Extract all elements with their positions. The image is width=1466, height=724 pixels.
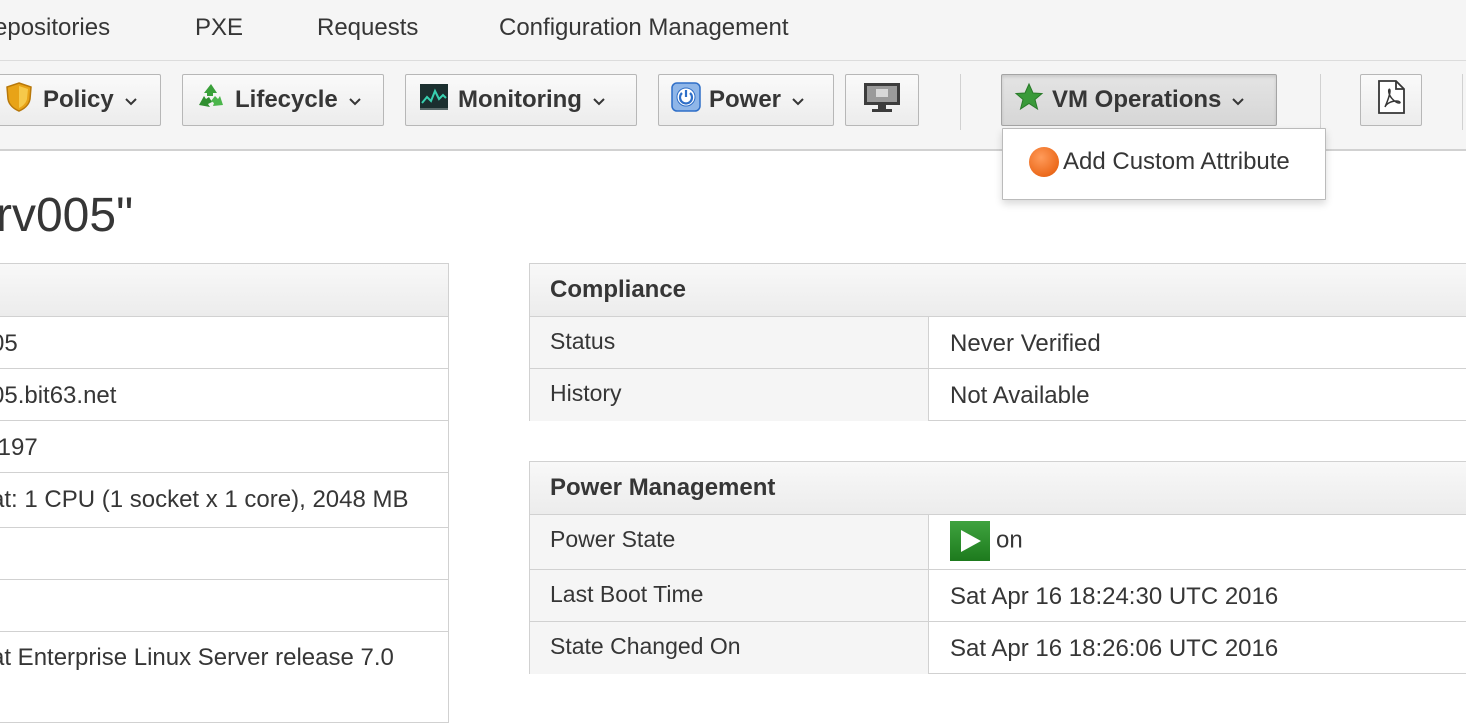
row-value: at: 1 CPU (1 socket x 1 core), 2048 MB [0,486,409,513]
table-row [0,528,448,580]
power-management-table: Power Management Power State on Last Boo… [529,461,1466,674]
table-row: 05.bit63.net [0,369,448,421]
nav-item-configuration-management[interactable]: Configuration Management [499,14,789,42]
menu-item-label: Add Custom Attribute [1063,148,1290,175]
table-header: Power Management [530,462,1466,515]
row-label-cell: Power State [530,515,929,569]
row-value: Sat Apr 16 18:26:06 UTC 2016 [950,635,1279,662]
table-row: Power State on [530,515,1466,570]
table-row: at: 1 CPU (1 socket x 1 core), 2048 MB [0,473,448,528]
row-value: Never Verified [950,330,1101,357]
monitor-chart-icon [418,81,450,120]
row-label: History [550,380,622,406]
top-navigation: epositories PXE Requests Configuration M… [0,0,1466,61]
orange-circle-icon [1029,147,1059,177]
menu-item-add-custom-attribute[interactable]: Add Custom Attribute [1029,147,1290,177]
row-label: Last Boot Time [550,581,704,607]
toolbar-divider [1320,74,1321,130]
row-label-cell: Last Boot Time [530,570,929,621]
vm-operations-dropdown: Add Custom Attribute [1002,128,1326,200]
chevron-down-icon [592,86,606,114]
chevron-down-icon [124,86,138,114]
star-icon [1014,82,1044,119]
compliance-title: Compliance [550,276,687,303]
recycle-icon [195,81,227,120]
row-value: on [996,526,1023,554]
row-value: Sat Apr 16 18:24:30 UTC 2016 [950,583,1279,610]
vm-operations-button[interactable]: VM Operations [1001,74,1277,126]
policy-button[interactable]: Policy [0,74,161,126]
table-row: History Not Available [530,369,1466,421]
table-row: State Changed On Sat Apr 16 18:26:06 UTC… [530,622,1466,674]
row-value: Not Available [950,382,1090,409]
table-header [0,264,448,317]
row-value: at Enterprise Linux Server release 7.0 [0,644,394,671]
vm-operations-label: VM Operations [1052,86,1222,113]
table-row: Last Boot Time Sat Apr 16 18:24:30 UTC 2… [530,570,1466,622]
power-management-title: Power Management [550,474,776,501]
table-row [0,580,448,632]
table-header: Compliance [530,264,1466,317]
row-label-cell: State Changed On [530,622,929,674]
compliance-table: Compliance Status Never Verified History… [529,263,1466,421]
chevron-down-icon [1231,86,1245,114]
chevron-down-icon [791,86,805,114]
row-label: State Changed On [550,633,741,659]
nav-item-requests[interactable]: Requests [317,14,418,42]
lifecycle-label: Lifecycle [235,86,338,113]
monitoring-button[interactable]: Monitoring [405,74,637,126]
nav-item-pxe[interactable]: PXE [195,14,243,42]
page-title: rv005" [0,189,134,242]
row-label: Power State [550,526,676,552]
power-state-value: on [950,521,1023,561]
shield-icon [3,81,35,120]
monitoring-label: Monitoring [458,86,582,113]
row-value: 05 [0,330,18,357]
row-label: Status [550,328,616,354]
toolbar-divider [960,74,961,130]
play-icon [950,521,990,561]
row-label-cell: Status [530,317,929,368]
nav-item-repositories[interactable]: epositories [0,14,110,42]
power-icon [671,81,701,119]
console-icon [862,81,902,120]
power-label: Power [709,86,782,113]
toolbar-divider [1462,74,1463,130]
chevron-down-icon [348,86,362,114]
table-row: .197 [0,421,448,473]
pdf-icon [1376,79,1406,121]
properties-table: 05 05.bit63.net .197 at: 1 CPU (1 socket… [0,263,449,723]
policy-label: Policy [43,86,114,113]
console-button[interactable] [845,74,919,126]
pdf-button[interactable] [1360,74,1422,126]
table-row: at Enterprise Linux Server release 7.0 [0,632,448,724]
table-row: 05 [0,317,448,369]
row-value: 05.bit63.net [0,382,117,409]
power-button[interactable]: Power [658,74,834,126]
table-row: Status Never Verified [530,317,1466,369]
lifecycle-button[interactable]: Lifecycle [182,74,384,126]
row-value: .197 [0,434,38,461]
row-label-cell: History [530,369,929,421]
